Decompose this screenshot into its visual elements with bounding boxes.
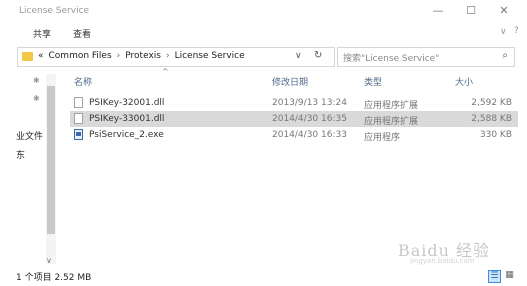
tab-view[interactable]: 查看 (73, 27, 91, 40)
close-button[interactable]: ✕ (491, 3, 517, 19)
maximize-button[interactable]: ☐ (458, 3, 484, 19)
column-header-modified[interactable]: 修改日期 (272, 75, 308, 88)
breadcrumb-separator-icon[interactable]: › (166, 51, 170, 61)
watermark-url: jingyan.baidu.com (410, 257, 475, 265)
exe-file-icon (74, 129, 83, 140)
refresh-icon[interactable]: ↻ (314, 50, 322, 61)
breadcrumb-protexis[interactable]: Protexis (125, 51, 161, 61)
file-row-selected[interactable]: PSIKey-33001.dll 2014/4/30 16:35 应用程序扩展 … (70, 111, 518, 127)
dll-file-icon (74, 113, 83, 124)
minimize-button[interactable]: — (425, 3, 451, 19)
breadcrumb-overflow[interactable]: « (38, 51, 44, 61)
file-type: 应用程序扩展 (364, 117, 419, 127)
title-bar: License Service — ☐ ✕ (0, 0, 527, 22)
file-modified: 2014/4/30 16:33 (272, 130, 347, 140)
file-row[interactable]: PsiService_2.exe 2014/4/30 16:33 应用程序 33… (70, 127, 518, 143)
pin-icon[interactable]: ✱ (33, 94, 40, 103)
file-size: 2,592 KB (471, 98, 512, 108)
status-bar: 1 个项目 2.52 MB ☰ ▦ (0, 266, 527, 286)
file-type: 应用程序扩展 (364, 101, 419, 111)
file-name: PSIKey-32001.dll (89, 98, 165, 108)
folder-icon (22, 52, 33, 61)
file-size: 2,588 KB (471, 114, 512, 124)
ribbon-collapse-icon[interactable]: ∨ (500, 27, 507, 37)
search-icon[interactable]: ⌕ (502, 50, 508, 61)
nav-item-files[interactable]: 业文件 (16, 129, 43, 142)
help-icon[interactable]: ? (514, 26, 519, 36)
address-dropdown-icon[interactable]: ∨ (295, 51, 302, 61)
scroll-down-icon[interactable]: ∨ (46, 256, 52, 265)
window-title: License Service (19, 6, 90, 16)
nav-scrollbar[interactable] (46, 74, 56, 264)
file-name: PSIKey-33001.dll (89, 114, 165, 124)
breadcrumb: « Common Files › Protexis › License Service (38, 51, 250, 61)
large-icons-view-icon[interactable]: ▦ (504, 270, 515, 281)
details-view-icon[interactable]: ☰ (488, 270, 501, 283)
sort-ascending-icon: ^ (162, 67, 169, 76)
breadcrumb-common-files[interactable]: Common Files (49, 51, 112, 61)
file-modified: 2014/4/30 16:35 (272, 114, 347, 124)
column-header-name[interactable]: 名称 (74, 75, 92, 88)
address-bar[interactable]: « Common Files › Protexis › License Service ∨… (17, 47, 335, 67)
dll-file-icon (74, 97, 83, 108)
tab-share[interactable]: 共享 (33, 27, 51, 40)
pin-icon[interactable]: ✱ (33, 76, 40, 85)
file-name: PsiService_2.exe (89, 130, 164, 140)
ribbon: 共享 查看 (0, 22, 527, 42)
status-text: 1 个项目 2.52 MB (16, 273, 92, 283)
column-header-size[interactable]: 大小 (455, 75, 473, 88)
file-modified: 2013/9/13 13:24 (272, 98, 347, 108)
file-row[interactable]: PSIKey-32001.dll 2013/9/13 13:24 应用程序扩展 … (70, 95, 518, 111)
search-input[interactable]: 搜索"License Service" (343, 51, 439, 64)
nav-item-east[interactable]: 东 (16, 148, 25, 161)
nav-scrollbar-thumb[interactable] (47, 86, 55, 234)
file-type: 应用程序 (364, 133, 401, 143)
search-box[interactable]: 搜索"License Service" ⌕ (337, 47, 515, 67)
breadcrumb-license-service[interactable]: License Service (175, 51, 245, 61)
column-header-type[interactable]: 类型 (364, 75, 382, 88)
breadcrumb-separator-icon[interactable]: › (117, 51, 121, 61)
file-size: 330 KB (479, 130, 512, 140)
